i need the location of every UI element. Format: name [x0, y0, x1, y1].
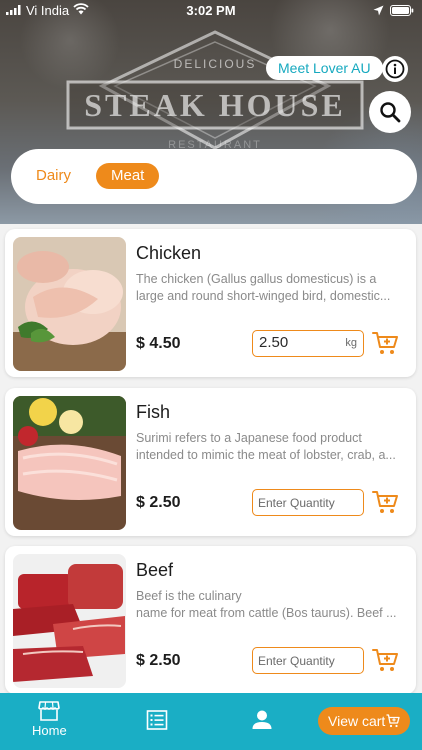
description-line: name for meat from cattle (Bos taurus). …: [136, 606, 397, 620]
add-to-cart-icon: [372, 491, 398, 513]
store-name-pill[interactable]: Meet Lover AU: [266, 56, 383, 80]
sign-main-text: STEAK HOUSE: [84, 87, 346, 123]
product-name: Beef: [136, 560, 174, 580]
add-to-cart-button[interactable]: [372, 489, 400, 515]
info-icon: [385, 59, 405, 79]
product-price: $ 2.50: [136, 494, 181, 511]
description-line: Beef is the culinary: [136, 589, 242, 603]
description-line: The chicken (Gallus gallus domesticus) i…: [136, 272, 377, 286]
description-line: intended to mimic the meat of lobster, c…: [136, 448, 396, 462]
add-to-cart-button[interactable]: [372, 647, 400, 673]
view-cart-button[interactable]: View cart: [318, 707, 410, 735]
add-to-cart-icon: [372, 649, 398, 671]
nav-home[interactable]: Home: [32, 701, 67, 738]
info-button[interactable]: [382, 56, 408, 82]
quantity-placeholder: Enter Quantity: [258, 654, 335, 668]
product-card-chicken[interactable]: Chicken The chicken (Gallus gallus domes…: [5, 229, 416, 377]
description-line: Surimi refers to a Japanese food product: [136, 431, 362, 445]
search-button[interactable]: [369, 91, 411, 133]
product-description: Surimi refers to a Japanese food product…: [136, 430, 406, 464]
bottom-navigation: Home View cart: [0, 693, 422, 750]
quantity-placeholder: Enter Quantity: [258, 496, 335, 510]
nav-orders[interactable]: [146, 710, 168, 730]
quantity-input[interactable]: Enter Quantity: [252, 647, 364, 674]
product-card-beef[interactable]: Beef Beef is the culinary name for meat …: [5, 546, 416, 694]
product-price: $ 2.50: [136, 652, 181, 669]
product-image-beef: [13, 554, 126, 688]
product-image-fish: [13, 396, 126, 530]
user-icon: [252, 710, 272, 729]
description-line: large and round short-winged bird, domes…: [136, 289, 391, 303]
search-icon: [380, 102, 401, 123]
status-time: 3:02 PM: [186, 3, 236, 18]
product-image-chicken: [13, 237, 126, 371]
product-name: Chicken: [136, 243, 202, 263]
cart-icon: [386, 714, 400, 728]
product-card-fish[interactable]: Fish Surimi refers to a Japanese food pr…: [5, 388, 416, 536]
view-cart-label: View cart: [328, 713, 386, 729]
sign-top-text: DELICIOUS: [174, 57, 257, 71]
tab-dairy[interactable]: Dairy: [21, 163, 86, 189]
add-to-cart-button[interactable]: [372, 330, 400, 356]
category-tabs: Dairy Meat: [11, 149, 417, 204]
location-arrow-icon: [373, 4, 384, 19]
steakhouse-sign-image: DELICIOUS STEAK HOUSE RESTAURANT: [66, 30, 364, 151]
tab-meat[interactable]: Meat: [96, 163, 160, 189]
product-description: The chicken (Gallus gallus domesticus) i…: [136, 271, 406, 305]
quantity-input[interactable]: 2.50 kg: [252, 330, 364, 357]
quantity-unit: kg: [345, 337, 357, 349]
nav-profile[interactable]: [251, 710, 273, 730]
status-bar: Vi India 3:02 PM: [0, 0, 422, 22]
product-price: $ 4.50: [136, 335, 181, 352]
nav-home-label: Home: [32, 723, 67, 738]
quantity-input[interactable]: Enter Quantity: [252, 489, 364, 516]
list-icon: [146, 710, 168, 730]
quantity-value: 2.50: [259, 334, 289, 351]
battery-icon: [390, 4, 414, 19]
add-to-cart-icon: [372, 332, 398, 354]
hero-banner: DELICIOUS STEAK HOUSE RESTAURANT Vi Indi…: [0, 0, 422, 224]
store-icon: [38, 701, 61, 721]
product-name: Fish: [136, 402, 171, 422]
product-description: Beef is the culinary name for meat from …: [136, 588, 406, 622]
